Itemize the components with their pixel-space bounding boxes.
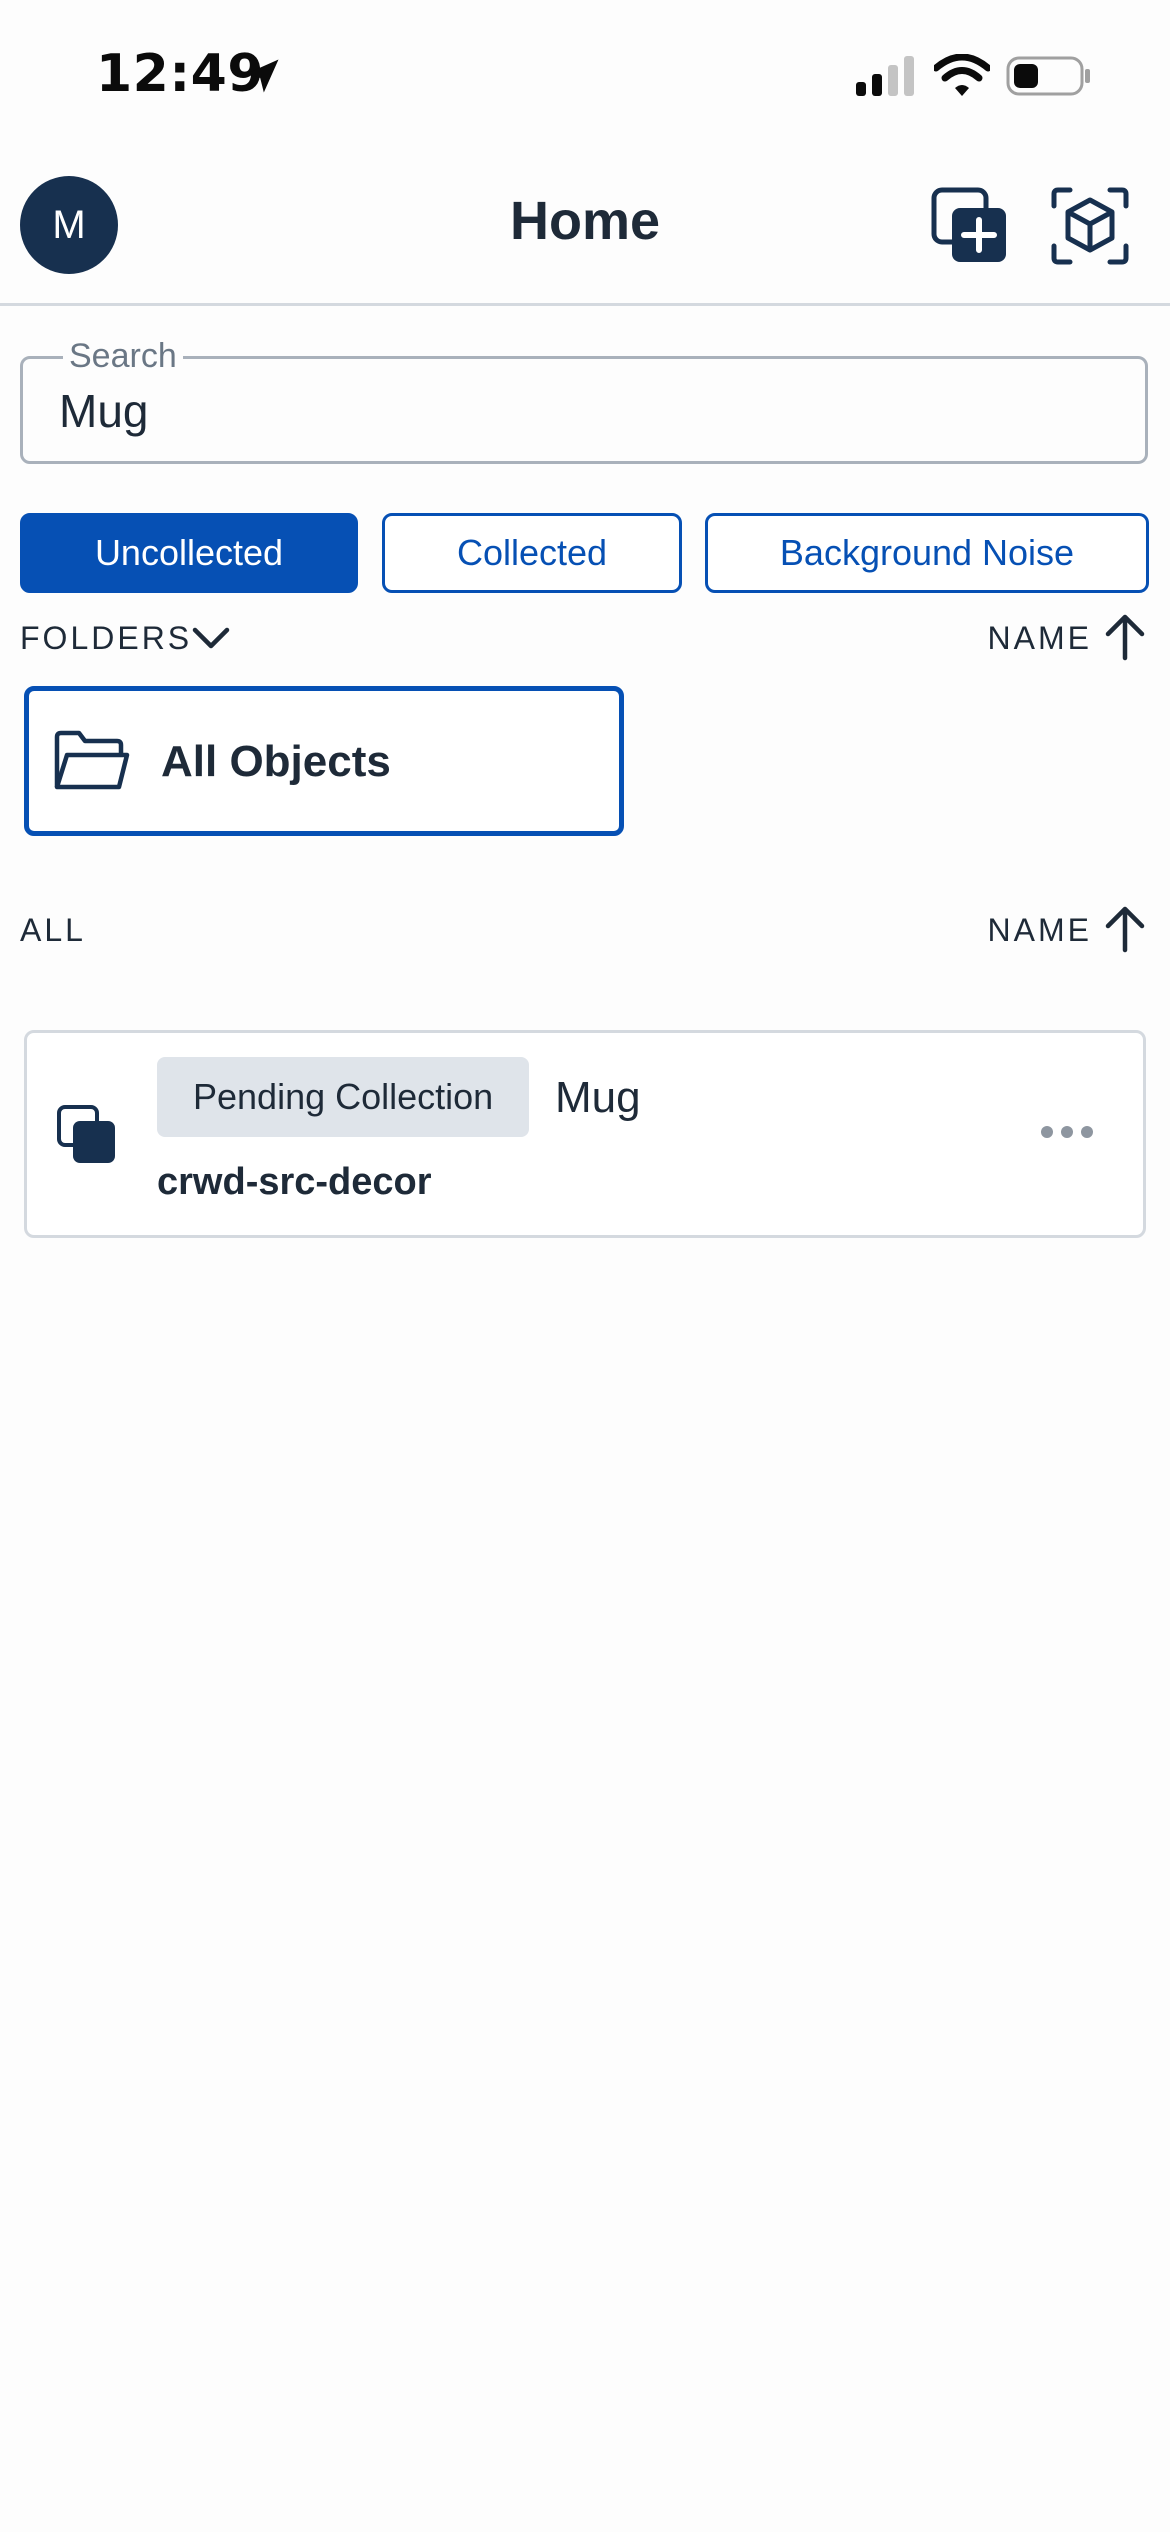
- search-field[interactable]: Search: [20, 337, 1148, 464]
- arrow-up-icon[interactable]: [1100, 612, 1150, 662]
- chevron-down-icon[interactable]: [190, 620, 232, 656]
- list-item[interactable]: Pending Collection Mug crwd-src-decor: [24, 1030, 1146, 1238]
- app-header: M Home: [0, 150, 1170, 306]
- add-object-icon[interactable]: [930, 186, 1010, 266]
- cellular-signal-icon: [856, 56, 914, 96]
- folders-sort-label[interactable]: NAME: [988, 620, 1092, 657]
- search-input[interactable]: [59, 383, 1099, 439]
- all-sort-label[interactable]: NAME: [988, 912, 1092, 949]
- tab-collected[interactable]: Collected: [382, 513, 682, 593]
- scan-cube-icon[interactable]: [1050, 186, 1130, 266]
- battery-icon: [1006, 56, 1090, 96]
- all-section-label: ALL: [20, 912, 86, 948]
- more-options-icon[interactable]: [1037, 1117, 1097, 1147]
- search-label: Search: [63, 337, 183, 376]
- object-folder: crwd-src-decor: [157, 1161, 432, 1203]
- tab-background-noise[interactable]: Background Noise: [705, 513, 1149, 593]
- status-badge: Pending Collection: [157, 1057, 530, 1137]
- folders-toggle-label[interactable]: FOLDERS: [20, 620, 192, 657]
- object-name: Mug: [555, 1073, 641, 1122]
- arrow-up-icon[interactable]: [1100, 904, 1150, 954]
- wifi-icon: [934, 54, 990, 96]
- tab-uncollected[interactable]: Uncollected: [20, 513, 358, 593]
- folder-label: All Objects: [161, 737, 391, 786]
- folder-all-objects[interactable]: All Objects: [24, 686, 624, 836]
- all-section-header: ALL NAME: [20, 906, 1150, 958]
- folders-section-header: FOLDERS NAME: [20, 614, 1150, 666]
- status-time: 12:49: [96, 44, 265, 104]
- object-stack-icon: [57, 1105, 115, 1163]
- location-arrow-icon: [245, 59, 279, 93]
- folder-open-icon: [54, 730, 130, 790]
- status-bar: 12:49: [0, 0, 1170, 150]
